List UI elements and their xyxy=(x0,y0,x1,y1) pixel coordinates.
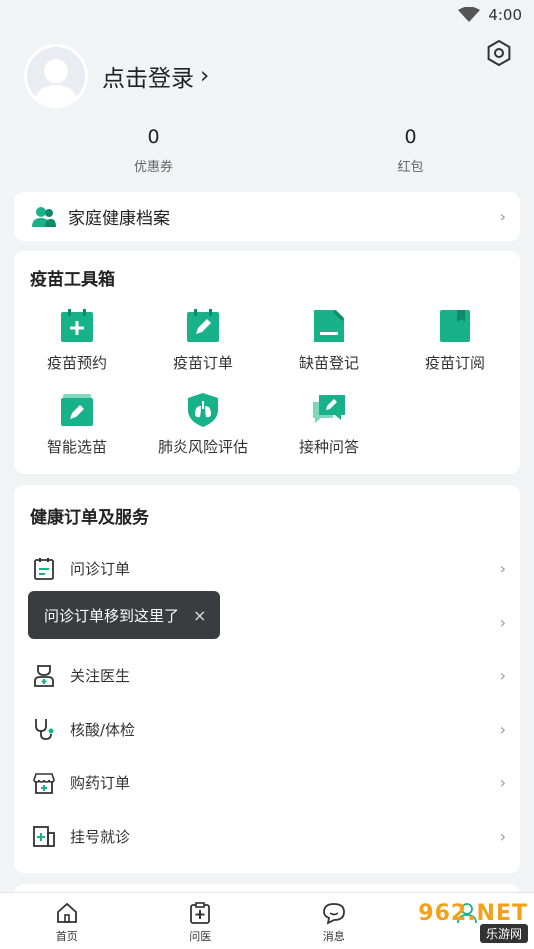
tool-shortage-register[interactable]: 缺苗登记 xyxy=(266,308,392,392)
chat-edit-icon xyxy=(313,395,345,423)
tool-label: 疫苗订阅 xyxy=(424,354,485,372)
close-icon[interactable]: × xyxy=(193,606,206,625)
medical-kit-icon xyxy=(190,902,211,924)
tab-messages[interactable]: 消息 xyxy=(267,893,401,949)
login-text: 点击登录 xyxy=(102,66,194,92)
family-person-icon xyxy=(32,206,56,227)
tool-vaccine-orders[interactable]: 疫苗订单 xyxy=(140,308,266,392)
tab-home[interactable]: 首页 xyxy=(0,893,134,949)
stethoscope-icon xyxy=(35,719,54,741)
tool-smart-select[interactable]: 智能选苗 xyxy=(14,392,140,476)
tool-label: 疫苗订单 xyxy=(172,354,233,372)
bookmark-icon xyxy=(440,310,470,342)
family-label: 家庭健康档案 xyxy=(68,209,170,229)
chevron-right-icon: › xyxy=(499,719,506,739)
svc-followed-doctors[interactable]: 关注医生 › xyxy=(14,649,520,703)
tab-label: 消息 xyxy=(322,930,345,943)
red-packet-stat[interactable]: 0 红包 xyxy=(267,126,534,175)
clipboard-list-icon xyxy=(34,557,54,580)
status-bar: 4:00 xyxy=(0,0,534,30)
calendar-edit-icon xyxy=(187,309,219,342)
tool-label: 肺炎风险评估 xyxy=(157,438,248,456)
tool-label: 接种问答 xyxy=(298,438,359,456)
svc-label: 问诊订单 xyxy=(70,560,131,579)
chevron-right-icon: › xyxy=(499,559,506,579)
watermark-top: 962.NET xyxy=(418,901,528,926)
watermark-logo: 962.NET 乐游网 xyxy=(398,901,528,943)
toolbox-title: 疫苗工具箱 xyxy=(30,270,115,290)
family-health-record[interactable]: 家庭健康档案 › xyxy=(14,192,520,241)
tooltip-consultation-moved: 问诊订单移到这里了 × xyxy=(28,591,220,639)
tool-pneumonia-risk[interactable]: 肺炎风险评估 xyxy=(140,392,266,476)
chevron-right-icon: › xyxy=(499,207,506,226)
tool-label: 缺苗登记 xyxy=(298,354,359,372)
svc-nucleic-checkup[interactable]: 核酸/体检 › xyxy=(14,703,520,757)
red-packet-label: 红包 xyxy=(397,160,424,175)
wifi-icon xyxy=(458,7,481,22)
chevron-right-icon: › xyxy=(200,63,210,89)
tool-label: 智能选苗 xyxy=(46,438,107,456)
svc-label: 关注医生 xyxy=(70,667,131,686)
vaccine-toolbox: 疫苗工具箱 疫苗预约 疫苗订单 缺苗登记 疫苗订阅 智能选苗 肺炎风险评估 接种… xyxy=(14,251,520,474)
services-title: 健康订单及服务 xyxy=(30,508,149,528)
svc-label: 购药订单 xyxy=(70,774,131,793)
tooltip-text: 问诊订单移到这里了 xyxy=(44,606,180,625)
tab-label: 首页 xyxy=(55,930,78,943)
pharmacy-store-icon xyxy=(33,772,55,794)
chevron-right-icon: › xyxy=(499,666,506,686)
tab-ask-doctor[interactable]: 问医 xyxy=(134,893,268,949)
health-services: 健康订单及服务 问诊订单 › › 关注医生 › 核酸/体检 › 购药订单 › 挂… xyxy=(14,485,520,873)
svc-registration[interactable]: 挂号就诊 › xyxy=(14,810,520,864)
watermark-bottom: 乐游网 xyxy=(479,924,528,943)
profile-section[interactable]: 点击登录 › xyxy=(24,44,209,108)
coupon-count: 0 xyxy=(147,126,160,148)
calendar-plus-icon xyxy=(61,309,93,342)
coupon-label: 优惠券 xyxy=(133,160,173,175)
lungs-shield-icon xyxy=(188,393,218,427)
coupon-stat[interactable]: 0 优惠券 xyxy=(0,126,267,175)
chevron-right-icon: › xyxy=(499,773,506,793)
doctor-icon xyxy=(34,664,54,687)
status-time: 4:00 xyxy=(488,6,522,24)
tool-vaccine-booking[interactable]: 疫苗预约 xyxy=(14,308,140,392)
avatar[interactable] xyxy=(24,44,88,108)
settings-icon[interactable] xyxy=(486,40,512,66)
document-edit-icon xyxy=(314,310,344,342)
red-packet-count: 0 xyxy=(404,126,417,148)
home-icon xyxy=(56,902,77,923)
default-avatar-icon xyxy=(34,59,78,105)
message-icon xyxy=(322,903,345,925)
tool-label: 疫苗预约 xyxy=(46,354,107,372)
login-link[interactable]: 点击登录 › xyxy=(102,59,209,93)
tab-label: 问医 xyxy=(189,930,212,943)
stats-row: 0 优惠券 0 红包 xyxy=(0,126,534,175)
smart-select-icon xyxy=(61,394,93,426)
registration-icon xyxy=(33,826,55,848)
chevron-right-icon: › xyxy=(499,612,506,632)
svc-medicine-orders[interactable]: 购药订单 › xyxy=(14,756,520,810)
svc-label: 挂号就诊 xyxy=(70,827,131,846)
svc-label: 核酸/体检 xyxy=(70,720,136,739)
tool-vaccination-qa[interactable]: 接种问答 xyxy=(266,392,392,476)
tool-vaccine-subscribe[interactable]: 疫苗订阅 xyxy=(392,308,518,392)
svc-consultation-orders[interactable]: 问诊订单 › xyxy=(14,542,520,596)
chevron-right-icon: › xyxy=(499,826,506,846)
